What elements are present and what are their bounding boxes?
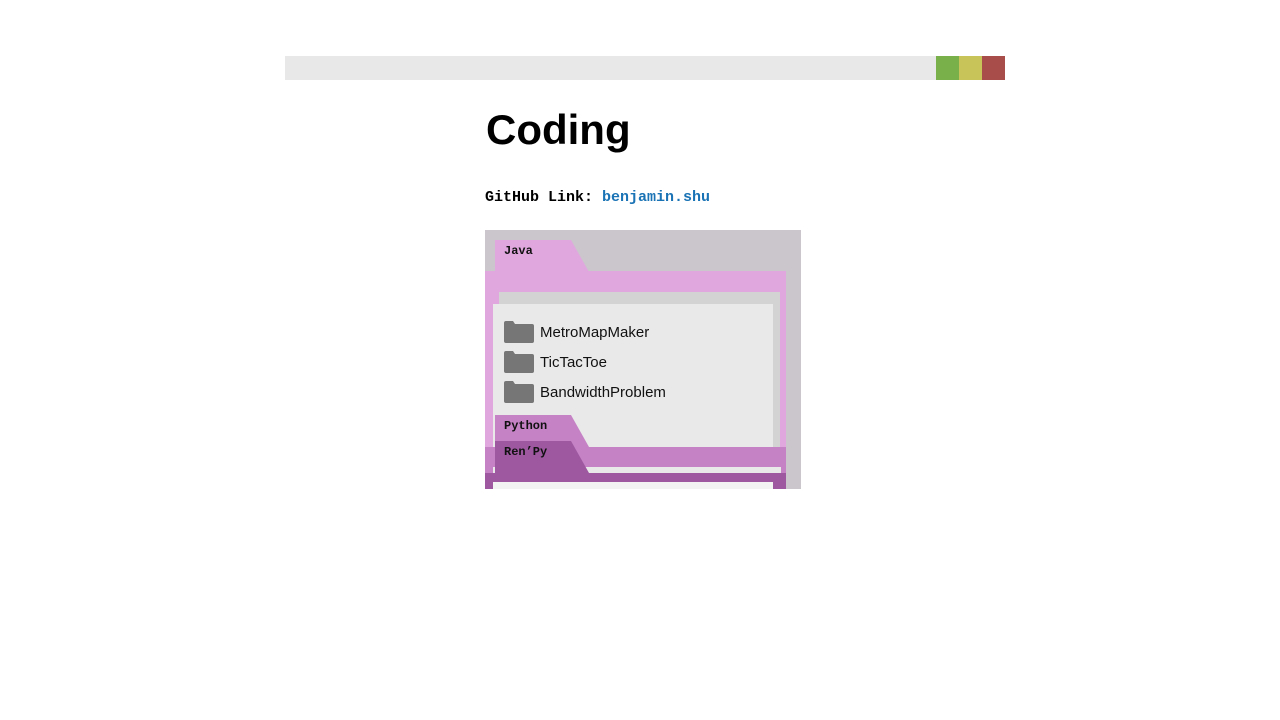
file-item-label: TicTacToe bbox=[540, 353, 607, 371]
file-item-label: BandwidthProblem bbox=[540, 383, 666, 401]
tab-java-label: Java bbox=[504, 244, 533, 258]
folder-stack: Java MetroMapMaker TicTacToe BandwidthPr… bbox=[485, 230, 801, 489]
github-link[interactable]: benjamin.shu bbox=[602, 189, 710, 206]
file-item-metromapmaker[interactable]: MetroMapMaker bbox=[504, 320, 649, 344]
window-title-bar bbox=[285, 56, 1005, 80]
renpy-file-panel bbox=[493, 482, 773, 489]
renpy-folder-body bbox=[485, 473, 786, 489]
github-line: GitHub Link: benjamin.shu bbox=[485, 189, 710, 206]
maximize-button[interactable] bbox=[936, 56, 959, 80]
close-button[interactable] bbox=[982, 56, 1005, 80]
folder-icon bbox=[504, 321, 534, 343]
folder-icon bbox=[504, 351, 534, 373]
github-label: GitHub Link: bbox=[485, 189, 603, 206]
file-item-bandwidthproblem[interactable]: BandwidthProblem bbox=[504, 380, 666, 404]
file-item-tictactoe[interactable]: TicTacToe bbox=[504, 350, 607, 374]
file-item-label: MetroMapMaker bbox=[540, 323, 650, 341]
page-title: Coding bbox=[486, 106, 631, 153]
tab-python-label: Python bbox=[504, 419, 548, 433]
tab-renpy-label: Ren’Py bbox=[504, 445, 548, 459]
tab-java[interactable]: Java bbox=[495, 240, 591, 272]
minimize-button[interactable] bbox=[959, 56, 982, 80]
folder-icon bbox=[504, 381, 534, 403]
tab-renpy[interactable]: Ren’Py bbox=[495, 441, 591, 473]
